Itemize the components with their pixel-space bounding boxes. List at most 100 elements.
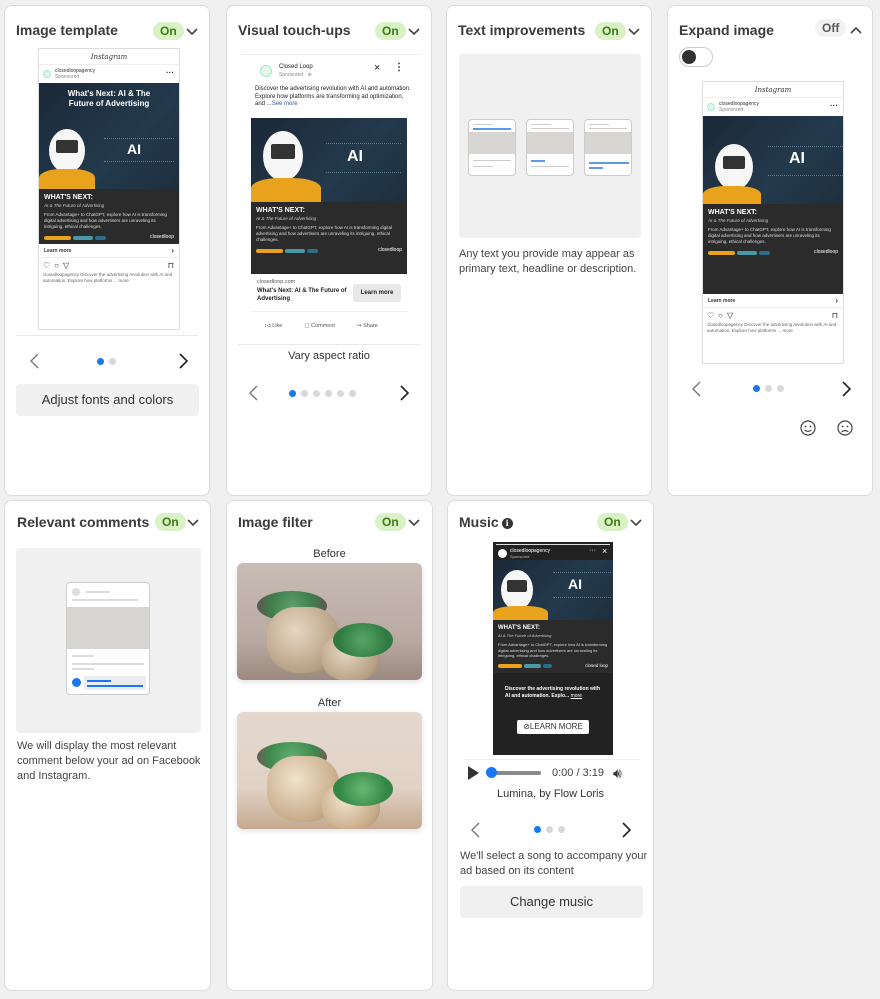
carousel-dot[interactable] <box>753 385 760 392</box>
comment-icon: ▢ <box>304 323 310 329</box>
carousel-dot[interactable] <box>546 826 553 833</box>
laptop-figure <box>49 129 85 173</box>
whats-next-heading: WHAT'S NEXT: <box>256 207 305 214</box>
carousel-dot[interactable] <box>289 390 296 397</box>
status-badge: On <box>153 22 184 40</box>
text-improvements-description: Any text you provide may appear as prima… <box>459 248 637 275</box>
audio-player: 0:00 / 3:19 🔊︎ <box>468 764 643 782</box>
bookmark-icon: ⊓ <box>167 260 174 270</box>
instagram-ad-preview: Instagram closedloopagency Sponsored ··· A… <box>702 81 844 364</box>
ai-text: AI <box>127 141 141 157</box>
next-arrow-icon[interactable] <box>618 821 634 839</box>
ad-image: AI <box>251 118 407 202</box>
ad-subtitle: AI & The Future of Advertising <box>498 633 552 638</box>
sponsored-label: Sponsored <box>719 107 744 113</box>
link-domain: closedloop.com <box>257 279 296 285</box>
ad-image: AI <box>493 560 613 620</box>
carousel-dots <box>289 390 356 397</box>
ad-caption: closedloopagency Discover the advertisin… <box>707 322 837 333</box>
ad-action-icons: ♡ ○ ▽ ⊓ <box>39 258 179 272</box>
more-icon: ··· <box>166 68 174 77</box>
link-title: What's Next: AI & The Future of Advertis… <box>257 288 347 302</box>
carousel-dot[interactable] <box>558 826 565 833</box>
after-image <box>237 712 422 829</box>
send-icon: ▽ <box>727 310 734 320</box>
carousel-dot[interactable] <box>325 390 332 397</box>
sponsored-label: Sponsored · ⊕ <box>279 72 312 78</box>
audio-progress-slider[interactable] <box>486 767 541 778</box>
carousel-dot[interactable] <box>301 390 308 397</box>
laptop-figure <box>715 144 753 190</box>
prev-arrow-icon[interactable] <box>468 821 484 839</box>
card-header[interactable]: Text improvements On <box>447 6 651 56</box>
ad-info-panel: WHAT'S NEXT: AI & The Future of Advertis… <box>39 189 179 244</box>
brand-name: closedloop <box>814 249 838 255</box>
brand-name: closed loop <box>585 662 608 668</box>
whats-next-heading: WHAT'S NEXT: <box>44 194 93 201</box>
next-arrow-icon[interactable] <box>838 380 854 398</box>
carousel-dot[interactable] <box>313 390 320 397</box>
before-label: Before <box>313 548 346 560</box>
play-icon[interactable] <box>468 766 479 780</box>
chevron-down-icon[interactable] <box>628 514 644 530</box>
visual-touchups-card: Visual touch-ups On Closed Loop Sponsore… <box>226 5 432 496</box>
carousel-dot[interactable] <box>765 385 772 392</box>
share-action: ↪ Share <box>356 323 378 329</box>
chevron-down-icon[interactable] <box>185 514 201 530</box>
brand-logo-icon <box>43 70 51 78</box>
more-icon: ··· <box>589 547 596 554</box>
carousel-dots <box>534 826 565 833</box>
prev-arrow-icon[interactable] <box>689 380 705 398</box>
next-arrow-icon[interactable] <box>175 352 191 370</box>
progress-knob[interactable] <box>486 767 497 778</box>
chevron-down-icon[interactable] <box>626 23 642 39</box>
carousel-dot[interactable] <box>777 385 784 392</box>
carousel-dot[interactable] <box>534 826 541 833</box>
carousel-dot[interactable] <box>109 358 116 365</box>
chevron-down-icon[interactable] <box>184 23 200 39</box>
ai-text: AI <box>347 148 363 165</box>
chevron-down-icon[interactable] <box>406 23 422 39</box>
adjust-fonts-colors-button[interactable]: Adjust fonts and colors <box>16 384 199 416</box>
thumbs-up-icon: 👍︎ <box>265 323 271 329</box>
change-music-button[interactable]: Change music <box>460 886 643 918</box>
frown-smiley-icon[interactable] <box>836 419 854 437</box>
thumbs-up-smiley-icon[interactable] <box>799 419 817 437</box>
aspect-ratio-caption: Vary aspect ratio <box>288 350 370 362</box>
card-header[interactable]: Visual touch-ups On <box>227 6 431 56</box>
relevant-comments-card: Relevant comments On We will display the… <box>4 500 211 991</box>
card-header[interactable]: Image filter On <box>227 501 432 551</box>
carousel-dot[interactable] <box>337 390 344 397</box>
ad-action-icons: ♡ ○ ▽ ⊓ <box>703 308 843 322</box>
carousel-dot[interactable] <box>97 358 104 365</box>
story-caption: Discover the advertising revolution with… <box>505 686 601 699</box>
brand-name: closedloop <box>378 247 402 253</box>
ad-image: AI <box>703 116 843 204</box>
playback-time: 0:00 / 3:19 <box>552 767 604 779</box>
sponsored-label: Sponsored <box>510 554 530 559</box>
chevron-down-icon[interactable] <box>406 514 422 530</box>
ad-account: closedloopagency Sponsored ··· <box>39 65 179 83</box>
card-header[interactable]: Relevant comments On <box>5 501 210 551</box>
card-title: Relevant comments <box>17 514 150 530</box>
more-icon: ··· <box>830 101 838 110</box>
learn-more-cta: Learn more <box>353 284 401 302</box>
before-image <box>237 563 422 680</box>
expand-image-toggle[interactable] <box>679 47 713 67</box>
share-icon: ↪ <box>356 323 362 329</box>
carousel-dot[interactable] <box>349 390 356 397</box>
next-arrow-icon[interactable] <box>396 384 412 402</box>
volume-icon[interactable]: 🔊︎ <box>613 765 622 782</box>
ad-info-panel: WHAT'S NEXT: AI & The Future of Advertis… <box>703 204 843 294</box>
prev-arrow-icon[interactable] <box>27 352 43 370</box>
facebook-ad-preview: Closed Loop Sponsored · ⊕ × ⋮ Discover t… <box>241 54 421 344</box>
prev-arrow-icon[interactable] <box>246 384 262 402</box>
send-icon: ▽ <box>63 260 70 270</box>
info-icon[interactable]: i <box>501 518 513 529</box>
chevron-up-icon[interactable] <box>848 23 864 39</box>
story-ad-preview: closedloopagency Sponsored ··· × AI WHAT'… <box>493 542 613 755</box>
track-name: Lumina, by Flow Loris <box>497 788 604 800</box>
instagram-ad-preview: Instagram closedloopagency Sponsored ··· W… <box>38 48 180 330</box>
ad-image: What's Next: AI & The Future of Advertis… <box>39 83 179 189</box>
text-placements-illustration <box>459 54 641 238</box>
